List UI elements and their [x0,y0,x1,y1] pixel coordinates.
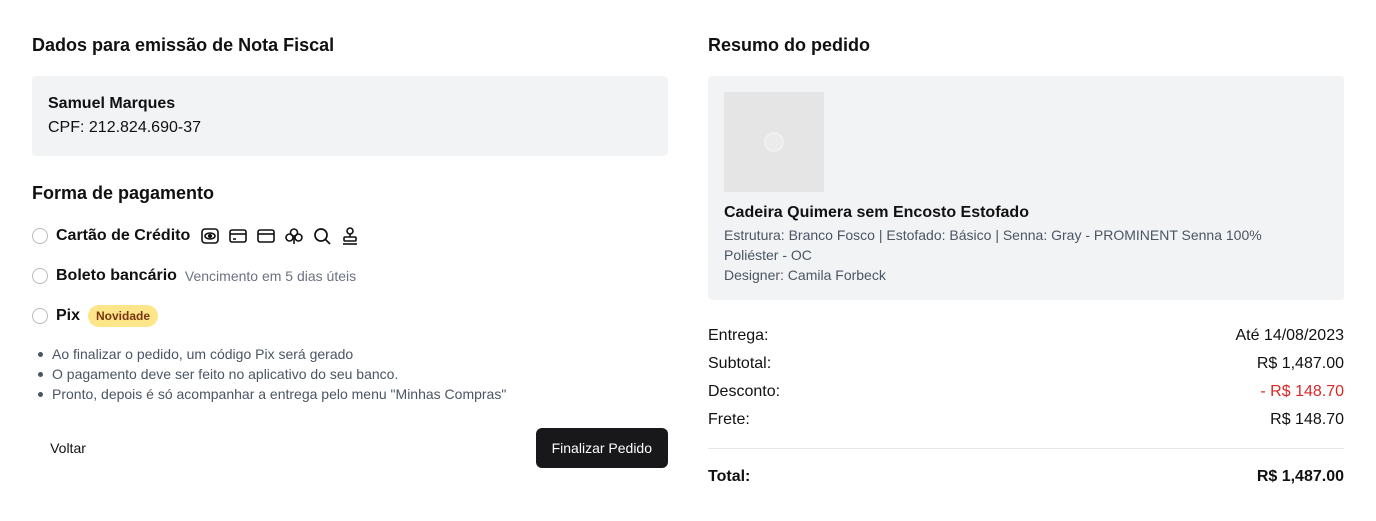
summary-row-subtotal: Subtotal: R$ 1,487.00 [708,353,1344,381]
summary-rows: Entrega: Até 14/08/2023 Subtotal: R$ 1,4… [708,325,1344,437]
credit-card-icon [257,229,276,243]
radio-boleto[interactable] [32,268,48,284]
radio-credit-card[interactable] [32,228,48,244]
finish-order-button[interactable]: Finalizar Pedido [535,428,668,468]
payment-title: Forma de pagamento [32,183,215,203]
list-item: O pagamento deve ser feito no aplicativo… [36,364,506,384]
product-name: Cadeira Quimera sem Encosto Estofado [724,204,1029,221]
row-value: - R$ 148.70 [1260,383,1344,400]
divider [708,448,1344,449]
row-label: Entrega: [708,327,769,344]
product-designer: Designer: Camila Forbeck [724,267,886,283]
search-icon [314,228,331,245]
summary-row-delivery: Entrega: Até 14/08/2023 [708,325,1344,353]
row-value: R$ 148.70 [1270,411,1344,428]
customer-cpf: CPF: 212.824.690-37 [48,119,201,136]
radio-pix[interactable] [32,308,48,324]
card-brand-icons [200,226,360,246]
boleto-label: Boleto bancário [56,267,177,284]
pix-label: Pix [56,307,81,324]
credit-card-icon [229,229,248,243]
row-label: Subtotal: [708,355,772,372]
payment-option-boleto[interactable]: Boleto bancário Vencimento em 5 dias úte… [32,265,356,287]
boleto-note: Vencimento em 5 dias úteis [184,268,357,284]
list-item: Pronto, depois é só acompanhar a entrega… [36,384,506,404]
summary-total: Total: R$ 1,487.00 [708,466,1344,488]
payment-option-credit-card[interactable]: Cartão de Crédito [32,225,360,247]
row-label: Frete: [708,411,750,428]
row-value: R$ 1,487.00 [1256,355,1344,372]
total-value: R$ 1,487.00 [1256,468,1344,485]
pix-info-list: Ao finalizar o pedido, um código Pix ser… [36,344,506,404]
product-card: Cadeira Quimera sem Encosto Estofado Est… [708,76,1344,300]
club-icon [285,228,304,244]
back-button[interactable]: Voltar [32,428,104,468]
invoice-title: Dados para emissão de Nota Fiscal [32,35,335,55]
row-value: Até 14/08/2023 [1235,327,1344,344]
payment-option-pix[interactable]: Pix Novidade [32,305,159,327]
new-badge: Novidade [88,305,159,327]
invoice-card: Samuel Marques CPF: 212.824.690-37 [32,76,668,156]
summary-title: Resumo do pedido [708,35,870,55]
row-label: Desconto: [708,383,781,400]
customer-name: Samuel Marques [48,95,176,112]
product-detail: Estrutura: Branco Fosco | Estofado: Bási… [724,227,1262,263]
summary-row-shipping: Frete: R$ 148.70 [708,409,1344,437]
summary-row-discount: Desconto: - R$ 148.70 [708,381,1344,409]
product-image [724,92,824,192]
eye-card-icon [201,228,220,244]
credit-card-label: Cartão de Crédito [56,227,191,244]
image-placeholder-icon [764,132,784,152]
list-item: Ao finalizar o pedido, um código Pix ser… [36,344,506,364]
total-label: Total: [708,468,751,485]
stamp-icon [343,227,358,245]
